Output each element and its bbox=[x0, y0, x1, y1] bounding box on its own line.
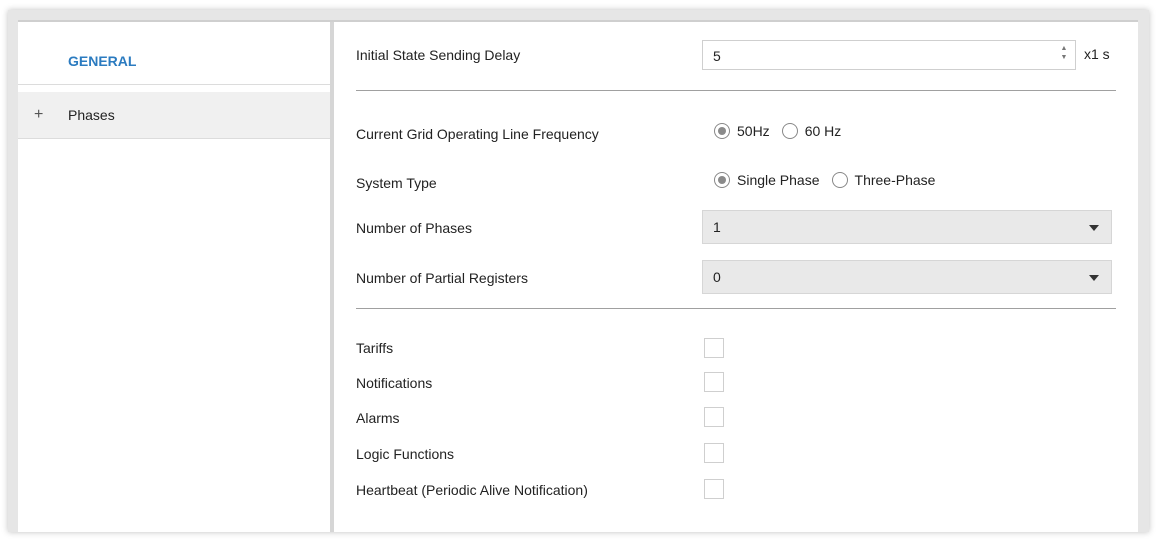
spin-arrows-icon[interactable]: ▲ ▼ bbox=[1059, 44, 1069, 66]
initial-delay-label: Initial State Sending Delay bbox=[356, 47, 521, 63]
radio-50hz[interactable] bbox=[714, 123, 730, 139]
settings-window: GENERAL + Phases Initial State Sending D… bbox=[18, 20, 1138, 532]
select-value: 0 bbox=[713, 269, 721, 285]
heartbeat-label: Heartbeat (Periodic Alive Notification) bbox=[356, 482, 588, 498]
sidebar-item-label: Phases bbox=[68, 107, 115, 123]
system-type-radio-group: Single Phase Three-Phase bbox=[714, 172, 947, 188]
sidebar-item-general[interactable]: GENERAL bbox=[18, 38, 330, 85]
radio-single-phase[interactable] bbox=[714, 172, 730, 188]
logic-functions-checkbox[interactable] bbox=[704, 443, 724, 463]
unit-label: x1 s bbox=[1084, 46, 1110, 62]
frequency-radio-group: 50Hz 60 Hz bbox=[714, 123, 853, 139]
notifications-label: Notifications bbox=[356, 375, 433, 391]
num-partial-registers-label: Number of Partial Registers bbox=[356, 270, 528, 286]
initial-delay-spinbox[interactable]: ▲▼ bbox=[702, 40, 1076, 70]
chevron-down-icon bbox=[1089, 225, 1099, 231]
select-value: 1 bbox=[713, 219, 721, 235]
initial-delay-input[interactable] bbox=[711, 47, 1045, 65]
radio-label: Three-Phase bbox=[854, 172, 936, 188]
sidebar-item-phases[interactable]: + Phases bbox=[18, 92, 330, 139]
tariffs-checkbox[interactable] bbox=[704, 338, 724, 358]
num-phases-select[interactable]: 1 bbox=[702, 210, 1112, 244]
divider bbox=[356, 308, 1116, 309]
plus-icon[interactable]: + bbox=[34, 106, 54, 124]
chevron-down-icon bbox=[1089, 275, 1099, 281]
sidebar-item-label: GENERAL bbox=[68, 53, 137, 69]
radio-label: Single Phase bbox=[737, 172, 820, 188]
divider bbox=[356, 90, 1116, 91]
notifications-checkbox[interactable] bbox=[704, 372, 724, 392]
radio-label: 50Hz bbox=[737, 123, 770, 139]
num-phases-label: Number of Phases bbox=[356, 220, 472, 236]
heartbeat-checkbox[interactable] bbox=[704, 479, 724, 499]
radio-label: 60 Hz bbox=[804, 123, 842, 139]
logic-functions-label: Logic Functions bbox=[356, 446, 455, 462]
radio-60hz[interactable] bbox=[781, 123, 798, 139]
frequency-label: Current Grid Operating Line Frequency bbox=[356, 126, 599, 142]
alarms-checkbox[interactable] bbox=[704, 407, 724, 427]
num-partial-registers-select[interactable]: 0 bbox=[702, 260, 1112, 294]
alarms-label: Alarms bbox=[356, 410, 400, 426]
radio-three-phase[interactable] bbox=[831, 172, 848, 188]
system-type-label: System Type bbox=[356, 175, 437, 191]
tariffs-label: Tariffs bbox=[356, 340, 394, 356]
sidebar: GENERAL + Phases bbox=[18, 22, 334, 532]
main-panel: Initial State Sending Delay ▲▼ x1 s Curr… bbox=[334, 22, 1138, 532]
